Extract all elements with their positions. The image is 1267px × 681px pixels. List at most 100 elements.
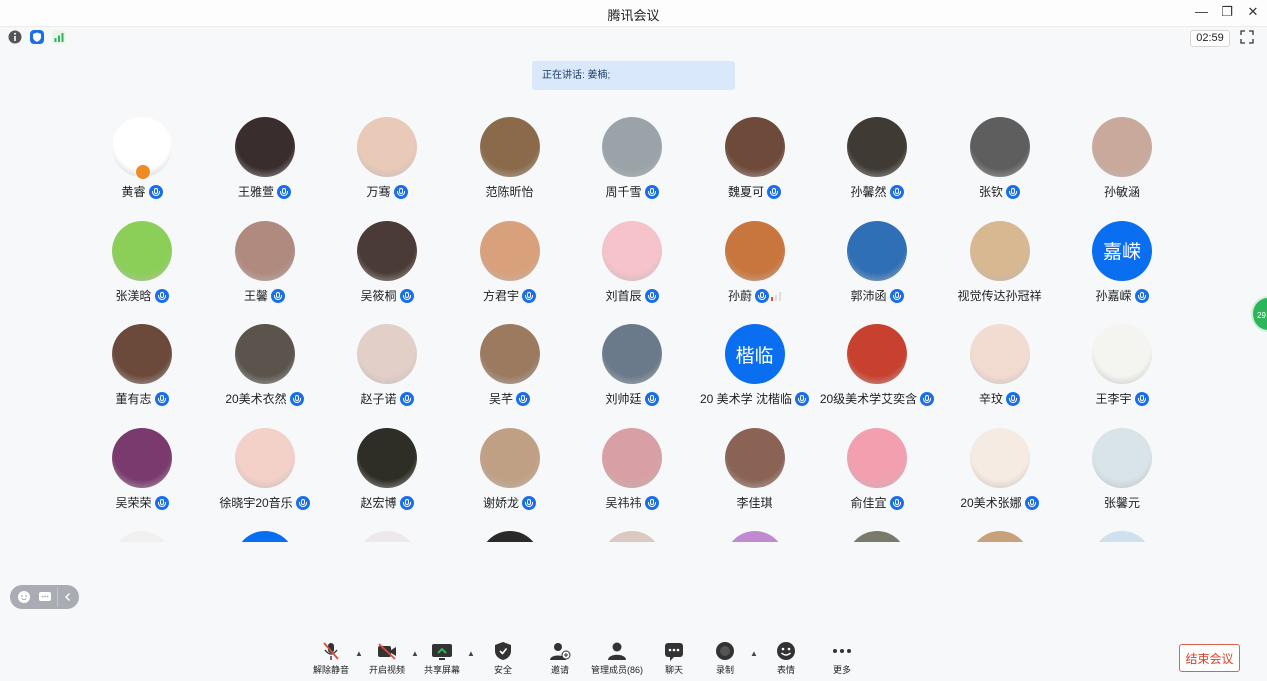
- shield-status-icon[interactable]: [30, 30, 44, 44]
- minimize-icon[interactable]: —: [1195, 4, 1208, 20]
- info-icon[interactable]: [8, 30, 22, 44]
- participant-tile[interactable]: 张钦: [939, 112, 1061, 202]
- caret-up-icon[interactable]: ▲: [750, 649, 758, 658]
- participant-name: 董有志: [115, 392, 152, 406]
- toolbar-invite-button[interactable]: 邀请: [532, 641, 588, 676]
- participant-tile[interactable]: 郭沛函: [816, 216, 938, 306]
- members-icon: [608, 642, 626, 660]
- participant-tile[interactable]: 吴芊: [449, 319, 571, 409]
- participant-tile[interactable]: 孙敏涵: [1061, 112, 1183, 202]
- avatar: [234, 117, 295, 177]
- participant-name: 方君宇: [482, 288, 519, 303]
- participant-tile[interactable]: 范陈昕怡: [449, 112, 571, 202]
- side-floating-badge[interactable]: 29: [1251, 296, 1267, 332]
- participant-tile[interactable]: 视觉传达孙冠祥: [939, 216, 1061, 306]
- participant-tile[interactable]: [449, 526, 571, 542]
- participant-tile[interactable]: 20美术衣然: [204, 319, 326, 409]
- mic-status-icon: [644, 392, 659, 406]
- participant-nameline: 谢娇龙: [439, 494, 581, 511]
- record-icon: [716, 642, 734, 660]
- floating-tools-pill[interactable]: [10, 585, 79, 609]
- participant-nameline: 20美术衣然: [194, 390, 336, 407]
- toolbar-video-off-button[interactable]: 开启视频: [359, 641, 415, 676]
- participant-tile[interactable]: 王馨: [204, 216, 326, 306]
- avatar: [847, 324, 907, 384]
- participant-tile[interactable]: 刘帅廷: [571, 319, 693, 409]
- participant-tile[interactable]: [816, 526, 938, 542]
- participant-tile[interactable]: 俞佳宜: [816, 423, 938, 513]
- participant-tile[interactable]: 王雅萱: [204, 112, 326, 202]
- chat-float-icon[interactable]: [38, 590, 52, 604]
- restore-icon[interactable]: ❐: [1221, 4, 1233, 20]
- participant-nameline: 孙敏涵: [1051, 183, 1193, 200]
- participant-tile[interactable]: 黄睿: [81, 112, 203, 202]
- participant-tile[interactable]: [694, 526, 816, 542]
- close-icon[interactable]: ✕: [1247, 4, 1259, 20]
- participant-tile[interactable]: 刘首辰: [571, 216, 693, 306]
- participant-tile[interactable]: 吴荣荣: [81, 423, 203, 513]
- participant-nameline: 孙馨然: [806, 183, 948, 200]
- participant-tile[interactable]: 吴筱桐: [326, 216, 448, 306]
- toolbar-more-button[interactable]: 更多: [814, 641, 870, 676]
- participant-name: 范陈昕怡: [485, 185, 534, 199]
- participant-tile[interactable]: 魏夏可: [694, 112, 816, 202]
- participant-tile[interactable]: 楷临 20 美术学 沈楷临: [694, 319, 816, 409]
- avatar: [602, 324, 662, 384]
- toolbar-label: 更多: [832, 665, 851, 675]
- participant-tile[interactable]: 吴祎祎: [571, 423, 693, 513]
- participant-nameline: 方君宇: [439, 287, 581, 304]
- toolbar-emoji-button[interactable]: 表情: [758, 641, 814, 676]
- participant-tile[interactable]: [326, 526, 448, 542]
- participant-tile[interactable]: [1061, 526, 1183, 542]
- mic-status-icon: [277, 185, 291, 199]
- mic-status-icon: [1134, 392, 1149, 406]
- participant-nameline: 王馨: [194, 287, 336, 304]
- toolbar-mic-muted-button[interactable]: 解除静音: [303, 641, 359, 676]
- toolbar-record-button[interactable]: 录制: [697, 641, 753, 676]
- emoji-float-icon[interactable]: [17, 590, 31, 604]
- participant-tile[interactable]: 嘉嵘 孙嘉嵘: [1061, 216, 1183, 306]
- participant-tile[interactable]: 万骞: [326, 112, 448, 202]
- participant-tile[interactable]: 赵宏博: [326, 423, 448, 513]
- collapse-icon[interactable]: [61, 590, 75, 604]
- participant-tile[interactable]: 赵子诺: [326, 319, 448, 409]
- end-meeting-button[interactable]: 结束会议: [1179, 644, 1240, 672]
- participant-tile[interactable]: 辛玟: [939, 319, 1061, 409]
- window-controls: — ❐ ✕: [1195, 4, 1259, 20]
- toolbar-shield-button[interactable]: 安全: [475, 641, 531, 676]
- participant-tile[interactable]: 张渼晗: [81, 216, 203, 306]
- participant-tile[interactable]: 董有志: [81, 319, 203, 409]
- toolbar-chat-button[interactable]: 聊天: [646, 641, 702, 676]
- participant-tile[interactable]: 李佳琪: [694, 423, 816, 513]
- participant-name: 黄睿: [121, 185, 146, 199]
- participant-tile[interactable]: [571, 526, 693, 542]
- participant-tile[interactable]: [204, 526, 326, 542]
- fullscreen-icon[interactable]: [1240, 30, 1254, 44]
- participant-tile[interactable]: 王李宇: [1061, 319, 1183, 409]
- participant-tile[interactable]: 孙馨然: [816, 112, 938, 202]
- participant-tile[interactable]: 20美术张娜: [939, 423, 1061, 513]
- participant-name: 王雅萱: [237, 185, 274, 199]
- participant-tile[interactable]: 方君宇: [449, 216, 571, 306]
- signal-icon[interactable]: [52, 30, 66, 44]
- mic-status-icon: [289, 392, 304, 406]
- toolbar-members-button[interactable]: 管理成员(86): [589, 641, 645, 676]
- participant-nameline: 赵宏博: [316, 494, 458, 511]
- avatar: [969, 117, 1030, 177]
- avatar: [234, 220, 295, 281]
- participant-tile[interactable]: [939, 526, 1061, 542]
- avatar: [602, 220, 662, 281]
- participant-nameline: 辛玟: [929, 390, 1071, 407]
- participant-tile[interactable]: 张馨元: [1061, 423, 1183, 513]
- participant-tile[interactable]: 20级美术学艾奕含: [816, 319, 938, 409]
- mic-status-icon: [1134, 288, 1149, 303]
- mic-status-icon: [889, 288, 904, 303]
- toolbar-label: 开启视频: [368, 665, 405, 675]
- participant-tile[interactable]: 周千雪: [571, 112, 693, 202]
- toolbar-share-screen-button[interactable]: 共享屏幕: [414, 641, 470, 676]
- participant-tile[interactable]: 谢娇龙: [449, 423, 571, 513]
- caret-up-icon[interactable]: ▲: [467, 649, 475, 658]
- participant-tile[interactable]: [81, 526, 203, 542]
- participant-tile[interactable]: 孙蔚: [694, 216, 816, 306]
- participant-tile[interactable]: 徐晓宇20音乐: [204, 423, 326, 513]
